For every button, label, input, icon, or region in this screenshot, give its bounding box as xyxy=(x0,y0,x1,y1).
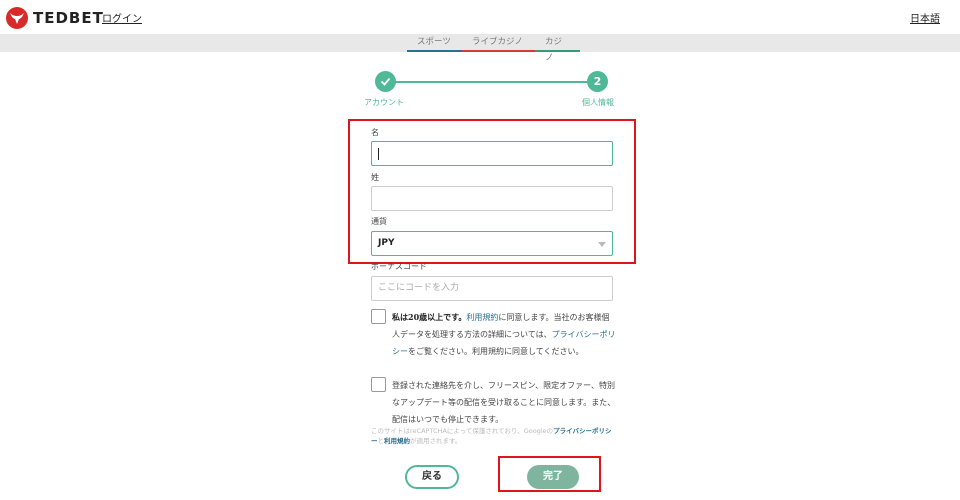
step-1-done xyxy=(375,71,396,92)
terms-text: 私は20歳以上です。利用規約に同意します。当社のお客様個人データを処理する方法の… xyxy=(392,309,617,360)
language-selector[interactable]: 日本語 xyxy=(910,10,940,25)
marketing-checkbox-row: 登録された連絡先を介し、フリースピン、限定オファー、特別なアップデート等の配信を… xyxy=(371,377,616,427)
brand-name: TEDBET xyxy=(33,9,104,27)
step-2-label: 個人情報 xyxy=(582,98,614,107)
check-icon xyxy=(380,77,391,86)
step-1-label: アカウント xyxy=(364,98,404,107)
category-nav: スポーツ ライブカジノ カジノ xyxy=(0,34,960,63)
tab-sports[interactable]: スポーツ xyxy=(407,34,462,52)
terms-checkbox-row: 私は20歳以上です。利用規約に同意します。当社のお客様個人データを処理する方法の… xyxy=(371,309,616,369)
recaptcha-notice: このサイトはreCAPTCHAによって保護されており、Googleのプライバシー… xyxy=(371,426,616,446)
stepper-line xyxy=(394,81,587,83)
marketing-text: 登録された連絡先を介し、フリースピン、限定オファー、特別なアップデート等の配信を… xyxy=(392,381,616,424)
brand-logo[interactable]: TEDBET xyxy=(6,7,104,29)
tab-live-casino[interactable]: ライブカジノ xyxy=(462,34,535,52)
bull-logo-icon xyxy=(6,7,28,29)
highlight-box-fields xyxy=(348,119,636,264)
age-confirmation: 私は20歳以上です。 xyxy=(392,312,467,322)
bonus-code-input[interactable]: ここにコードを入力 xyxy=(371,276,613,301)
terms-link[interactable]: 利用規約 xyxy=(466,313,498,322)
registration-stepper: 2 アカウント 個人情報 xyxy=(360,70,620,110)
terms-checkbox[interactable] xyxy=(371,309,386,324)
tab-casino[interactable]: カジノ xyxy=(535,34,580,63)
bonus-code-label: ボーナスコード xyxy=(371,262,427,271)
step-2-current: 2 xyxy=(587,71,608,92)
back-button[interactable]: 戻る xyxy=(405,465,459,489)
header: TEDBET ログイン 日本語 xyxy=(0,0,960,34)
login-link[interactable]: ログイン xyxy=(102,10,142,25)
terms-text-2: をご覧ください。利用規約に同意してください。 xyxy=(408,347,584,356)
google-terms-link[interactable]: 利用規約 xyxy=(384,437,410,445)
recaptcha-text-1: このサイトはreCAPTCHAによって保護されており、Googleの xyxy=(371,427,554,435)
recaptcha-text-3: が適用されます。 xyxy=(410,437,462,445)
highlight-box-done xyxy=(498,456,601,492)
marketing-checkbox[interactable] xyxy=(371,377,386,392)
